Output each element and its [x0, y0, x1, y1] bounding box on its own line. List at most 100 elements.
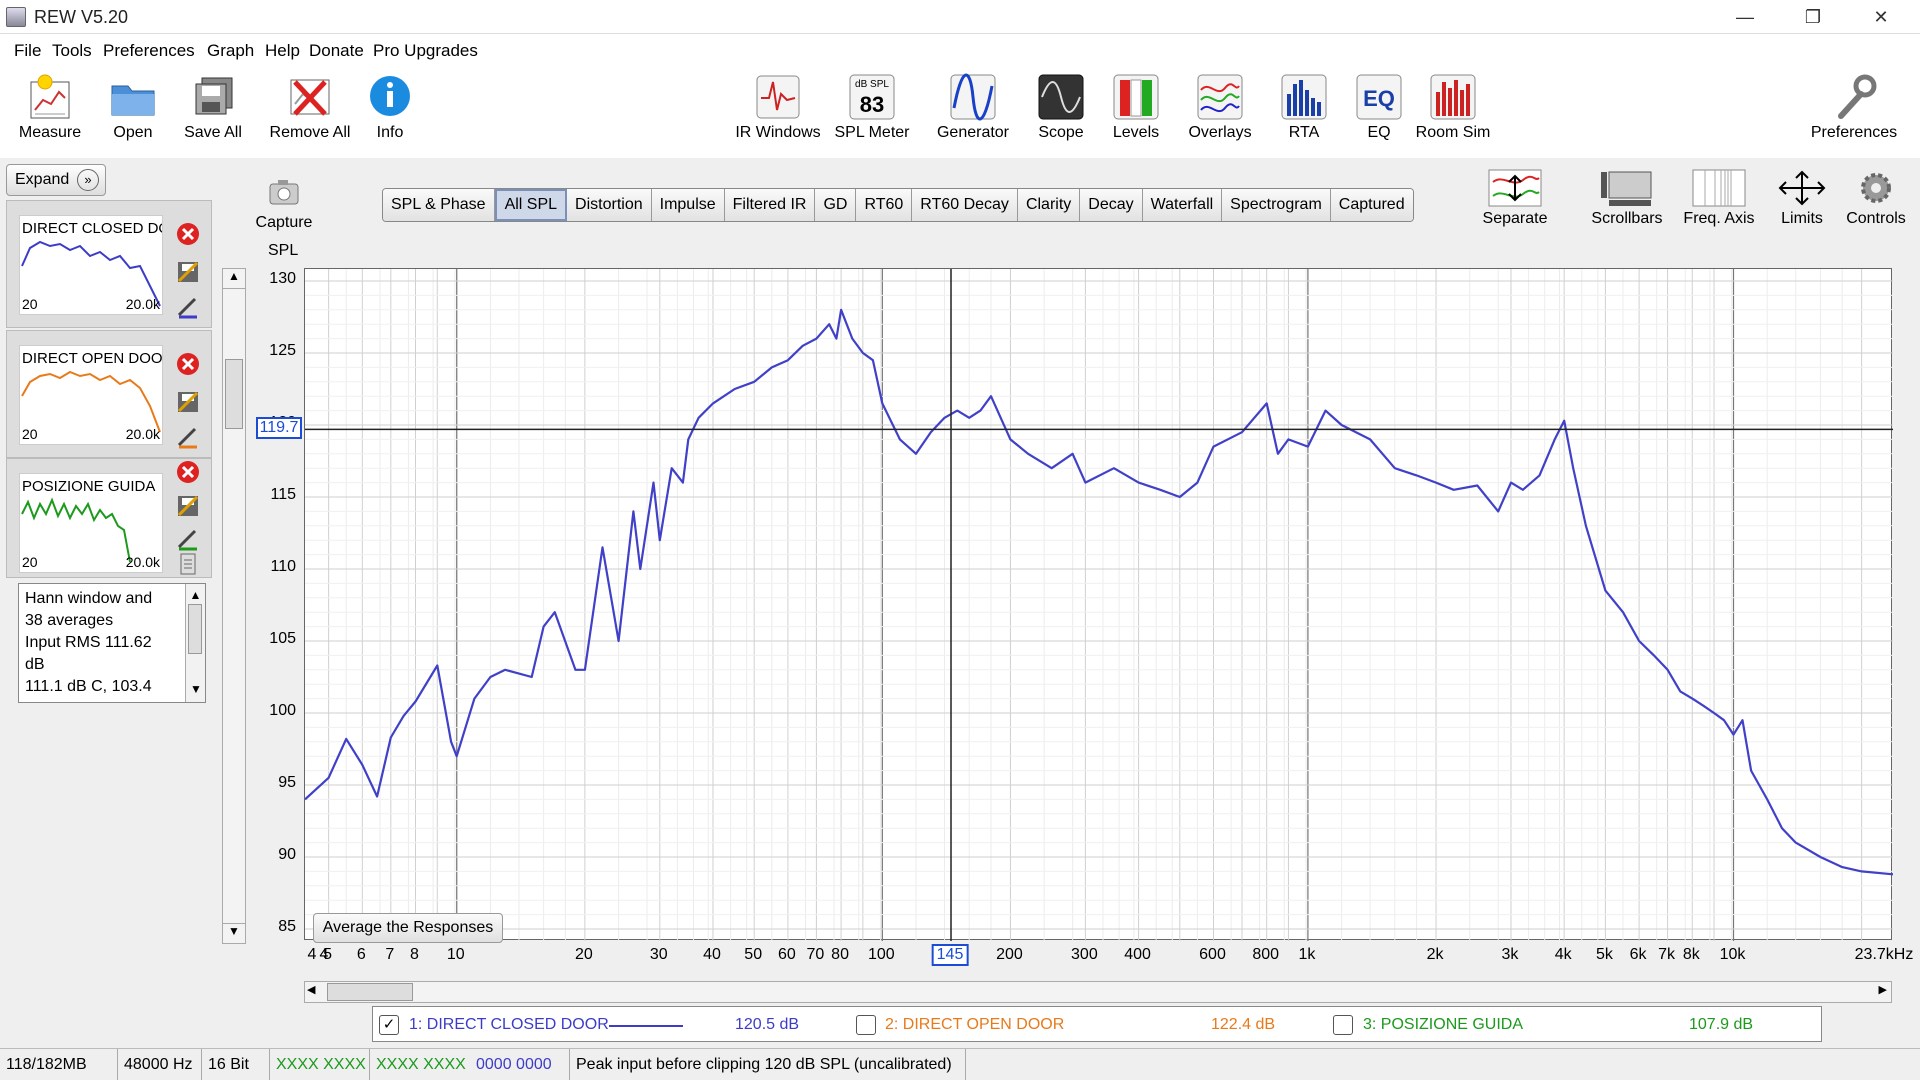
x-tick-label: 30 [649, 946, 668, 963]
info-icon [370, 76, 410, 116]
title-bar: REW V5.20 — ❐ ✕ [0, 0, 1920, 34]
ir-windows-button[interactable]: IR Windows [728, 72, 828, 142]
measurement-thumbnail: POSIZIONE GUIDA 20 20.0k [19, 473, 163, 573]
x-tick-label: 10k [1719, 946, 1746, 963]
average-responses-button[interactable]: Average the Responses [313, 913, 503, 943]
scroll-thumb[interactable] [225, 359, 243, 429]
room-sim-button[interactable]: Room Sim [1403, 72, 1503, 142]
remove-measurement-icon[interactable] [175, 221, 201, 247]
scroll-up-icon[interactable]: ▲ [186, 584, 205, 606]
x-tick-label: 4k [1554, 946, 1572, 963]
measurement-card-3[interactable]: POSIZIONE GUIDA 20 20.0k [6, 458, 212, 578]
spl-graph[interactable]: Average the Responses [304, 268, 1893, 943]
scroll-left-icon[interactable]: ◀ [307, 983, 315, 996]
x-tick-label: 200 [996, 946, 1023, 963]
legend-checkbox-2[interactable] [856, 1015, 876, 1035]
tab-rt60[interactable]: RT60 [856, 189, 913, 221]
remove-measurement-icon[interactable] [175, 459, 201, 485]
scrollbars-icon [1601, 171, 1652, 206]
y-tick-label: 85 [278, 918, 296, 935]
legend-checkbox-3[interactable] [1333, 1015, 1353, 1035]
tab-all-spl[interactable]: All SPL [494, 189, 568, 221]
legend-value-2: 122.4 dB [1211, 1016, 1276, 1033]
tab-waterfall[interactable]: Waterfall [1142, 189, 1223, 221]
tab-spl-phase[interactable]: SPL & Phase [383, 189, 495, 221]
restore-button[interactable]: ❐ [1784, 0, 1842, 34]
x-tick-label: 10 [446, 946, 465, 963]
y-tick-label: 110 [270, 558, 296, 575]
scroll-thumb[interactable] [327, 983, 413, 1001]
legend-line-1 [609, 1025, 683, 1027]
save-all-button[interactable]: Save All [163, 72, 263, 142]
graph-horizontal-scrollbar[interactable]: ◀ ▶ [304, 981, 1892, 1003]
preferences-label: Preferences [1810, 124, 1898, 141]
levels-icon [1113, 74, 1159, 120]
measurement-card-1[interactable]: DIRECT CLOSED DO 20 20.0k [6, 200, 212, 328]
scroll-right-icon[interactable]: ▶ [1879, 983, 1887, 996]
save-measurement-icon[interactable] [175, 389, 201, 415]
menu-donate[interactable]: Donate [309, 41, 364, 61]
tab-gd[interactable]: GD [815, 189, 857, 221]
menu-graph[interactable]: Graph [207, 41, 254, 61]
measure-icon [30, 74, 70, 119]
capture-button[interactable]: Capture [234, 172, 334, 232]
save-all-icon [195, 77, 233, 115]
scrollbars-button[interactable]: Scrollbars [1577, 168, 1677, 228]
x-tick-label: 7 [385, 946, 395, 963]
menu-preferences[interactable]: Preferences [103, 41, 195, 61]
x-tick-label: 8 [410, 946, 419, 963]
x-tick-label: 300 [1071, 946, 1098, 963]
save-measurement-icon[interactable] [175, 493, 201, 519]
menu-help[interactable]: Help [265, 41, 300, 61]
eq-icon: EQ [1356, 74, 1402, 120]
info-button[interactable]: Info [340, 72, 440, 142]
edit-measurement-icon[interactable] [175, 525, 201, 551]
measurement-legend: ✓ 1: DIRECT CLOSED DOOR 120.5 dB 2: DIRE… [372, 1006, 1822, 1042]
remove-measurement-icon[interactable] [175, 351, 201, 377]
overlays-icon [1197, 74, 1243, 120]
generator-button[interactable]: Generator [923, 72, 1023, 142]
info-scrollbar[interactable]: ▲ ▼ [185, 584, 205, 702]
legend-value-3: 107.9 dB [1689, 1016, 1754, 1033]
tab-distortion[interactable]: Distortion [567, 189, 652, 221]
wrench-icon [1838, 74, 1877, 119]
edit-measurement-icon[interactable] [175, 293, 201, 319]
tab-impulse[interactable]: Impulse [651, 189, 725, 221]
minimize-button[interactable]: — [1716, 0, 1774, 34]
y-tick-label: 125 [269, 342, 296, 359]
tab-clarity[interactable]: Clarity [1017, 189, 1081, 221]
notes-icon[interactable] [175, 551, 201, 577]
tab-captured[interactable]: Captured [1330, 189, 1413, 221]
tab-filtered-ir[interactable]: Filtered IR [724, 189, 816, 221]
menu-tools[interactable]: Tools [52, 41, 92, 61]
scroll-down-icon[interactable]: ▼ [186, 678, 205, 700]
controls-button[interactable]: Controls [1826, 168, 1920, 228]
graph-vertical-scrollbar[interactable]: ▲ ▼ [222, 268, 246, 944]
scroll-down-icon[interactable]: ▼ [223, 923, 245, 943]
input-meter-a: XXXX XXXX [270, 1049, 370, 1080]
tab-spectrogram[interactable]: Spectrogram [1222, 189, 1331, 221]
edit-measurement-icon[interactable] [175, 423, 201, 449]
separate-button[interactable]: Separate [1465, 168, 1565, 228]
x-tick-label: 4 [307, 946, 317, 963]
remove-all-icon [290, 79, 330, 116]
menu-pro-upgrades[interactable]: Pro Upgrades [373, 41, 478, 61]
close-button[interactable]: ✕ [1852, 0, 1910, 34]
svg-text:83: 83 [860, 92, 884, 117]
tab-rt60-decay[interactable]: RT60 Decay [912, 189, 1018, 221]
preferences-button[interactable]: Preferences [1804, 72, 1904, 142]
tab-decay[interactable]: Decay [1080, 189, 1143, 221]
x-tick-label: 80 [831, 946, 849, 963]
save-measurement-icon[interactable] [175, 259, 201, 285]
menu-file[interactable]: File [14, 41, 41, 61]
expand-button[interactable]: Expand » [6, 164, 106, 196]
measurement-card-2[interactable]: DIRECT OPEN DOO 20 20.0k [6, 330, 212, 458]
scroll-thumb[interactable] [188, 604, 202, 654]
scroll-up-icon[interactable]: ▲ [223, 269, 245, 289]
separate-label: Separate [1482, 210, 1548, 227]
measurement-thumbnail: DIRECT CLOSED DO 20 20.0k [19, 215, 163, 315]
spl-graph-canvas[interactable] [305, 269, 1893, 941]
spl-meter-button[interactable]: dB SPL 83 SPL Meter [822, 72, 922, 142]
legend-checkbox-1[interactable]: ✓ [379, 1015, 399, 1035]
x-tick-label: 600 [1199, 946, 1226, 963]
